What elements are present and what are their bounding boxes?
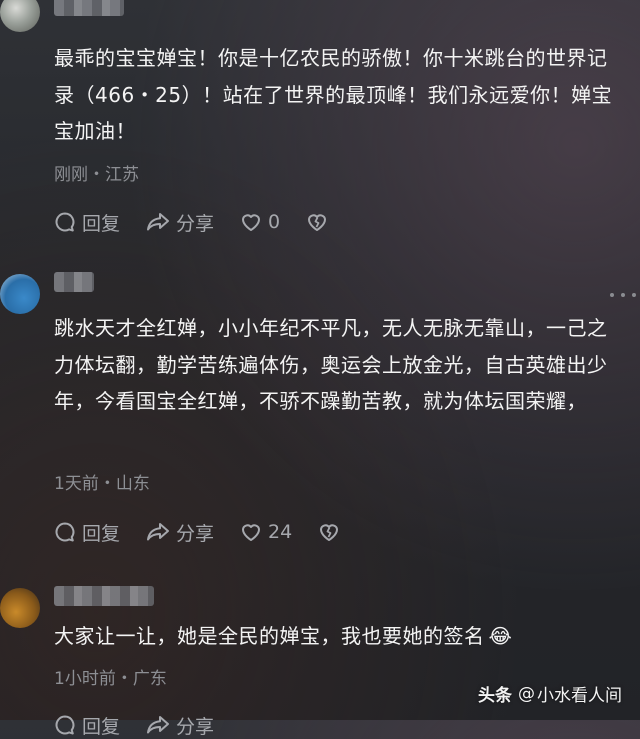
comment-actions: 回复 分享 0	[54, 209, 354, 235]
comment-time: 1小时前	[54, 669, 116, 689]
more-icon[interactable]	[610, 290, 636, 300]
share-label: 分享	[176, 715, 215, 738]
comment-item: 跳水天才全红婵，小小年纪不平凡，无人无脉无靠山，一己之力体坛翻，勤学苦练遍体伤，…	[0, 268, 640, 558]
comment-text-body: 大家让一让，她是全民的婵宝，我也要她的签名	[54, 624, 485, 648]
reply-label: 回复	[82, 212, 121, 235]
share-icon	[147, 716, 170, 734]
share-icon	[147, 523, 170, 541]
comment-actions: 回复 分享 24	[54, 519, 366, 545]
reply-icon	[55, 522, 75, 542]
dislike-button[interactable]	[318, 521, 340, 543]
meta-separator: ・	[98, 474, 116, 494]
share-button[interactable]: 分享	[146, 712, 214, 739]
like-button[interactable]: 24	[240, 521, 292, 543]
laughing-emoji: 😂	[488, 624, 513, 648]
avatar[interactable]	[0, 0, 40, 32]
username[interactable]	[54, 586, 154, 606]
watermark-account: 小水看人间	[537, 686, 622, 706]
username[interactable]	[54, 272, 94, 292]
reply-button[interactable]: 回复	[54, 209, 120, 236]
comment-actions: 回复 分享	[54, 712, 240, 738]
comment-meta: 1天前・山东	[54, 469, 150, 494]
dislike-icon	[320, 524, 339, 541]
reply-button[interactable]: 回复	[54, 519, 120, 546]
comment-meta: 刚刚・江苏	[54, 160, 139, 185]
comment-item: 最乖的宝宝婵宝！你是十亿农民的骄傲！你十米跳台的世界记录（466・25）！站在了…	[0, 0, 640, 250]
share-label: 分享	[176, 522, 215, 545]
meta-separator: ・	[115, 669, 133, 689]
comment-time: 1天前	[54, 474, 99, 494]
share-button[interactable]: 分享	[146, 519, 214, 546]
reply-button[interactable]: 回复	[54, 712, 120, 739]
dislike-icon	[308, 214, 327, 231]
reply-label: 回复	[82, 715, 121, 738]
comment-text: 大家让一让，她是全民的婵宝，我也要她的签名 😂	[54, 618, 626, 655]
reply-icon	[55, 212, 75, 232]
like-button[interactable]: 0	[240, 211, 280, 233]
username[interactable]	[54, 0, 124, 16]
watermark: 头条 @ 小水看人间	[478, 681, 622, 707]
meta-separator: ・	[88, 165, 105, 185]
share-icon	[147, 213, 170, 231]
comment-text: 最乖的宝宝婵宝！你是十亿农民的骄傲！你十米跳台的世界记录（466・25）！站在了…	[54, 46, 613, 143]
like-count: 24	[268, 521, 293, 543]
comment-location: 山东	[115, 474, 150, 494]
watermark-at: @	[518, 683, 535, 704]
like-count: 0	[268, 211, 281, 233]
avatar[interactable]	[0, 274, 40, 314]
comment-location: 江苏	[105, 165, 139, 185]
like-icon	[242, 524, 261, 541]
dislike-button[interactable]	[306, 211, 328, 233]
avatar[interactable]	[0, 588, 40, 628]
reply-label: 回复	[82, 522, 121, 545]
comment-meta: 1小时前・广东	[54, 664, 167, 689]
comment-text: 跳水天才全红婵，小小年纪不平凡，无人无脉无靠山，一己之力体坛翻，勤学苦练遍体伤，…	[54, 316, 608, 413]
share-label: 分享	[176, 212, 215, 235]
reply-icon	[55, 715, 75, 735]
watermark-brand: 头条	[478, 686, 512, 706]
share-button[interactable]: 分享	[146, 209, 214, 236]
like-icon	[242, 214, 261, 231]
comment-location: 广东	[132, 669, 167, 689]
comment-time: 刚刚	[54, 165, 88, 185]
